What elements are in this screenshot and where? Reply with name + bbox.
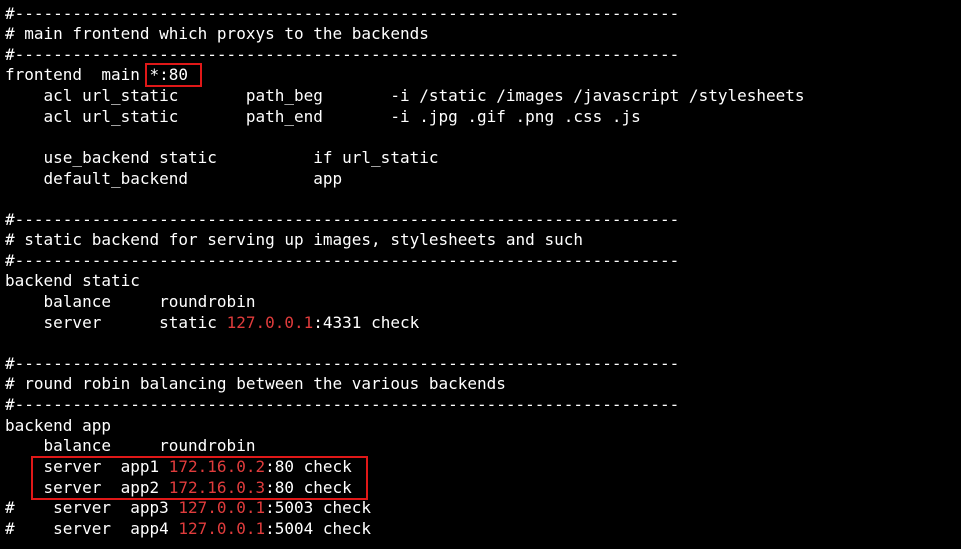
backend-line: backend static [5, 271, 140, 290]
server-line-suffix: :80 check [265, 478, 352, 497]
server-line-prefix: # server app4 [5, 519, 179, 538]
comment-line: # main frontend which proxys to the back… [5, 24, 429, 43]
ip-address: 172.16.0.3 [168, 478, 266, 497]
server-line-prefix: # server app3 [5, 498, 179, 517]
separator-line: #---------------------------------------… [5, 4, 680, 23]
balance-line: balance roundrobin [5, 436, 256, 455]
acl-line: acl url_static path_end -i .jpg .gif .pn… [5, 107, 641, 126]
server-line-prefix: server app1 [5, 457, 169, 476]
frontend-line: frontend main *:80 [5, 65, 189, 84]
server-line-prefix: server static [5, 313, 227, 332]
server-line-suffix: :5004 check [265, 519, 372, 538]
server-line-suffix: :80 check [265, 457, 352, 476]
acl-line: acl url_static path_beg -i /static /imag… [5, 86, 805, 105]
commented-server-line: # server app4 127.0.0.1:5004 check [5, 519, 371, 539]
terminal-window[interactable]: #---------------------------------------… [0, 0, 961, 549]
ip-address: 172.16.0.2 [168, 457, 266, 476]
commented-server-line: # server app3 127.0.0.1:5003 check [5, 498, 371, 518]
separator-line: #---------------------------------------… [5, 395, 680, 414]
default-backend-line: default_backend app [5, 169, 343, 188]
server-line-prefix: server app2 [5, 478, 169, 497]
ip-address: 127.0.0.1 [226, 313, 314, 332]
server-line: server static 127.0.0.1:4331 check [5, 313, 420, 333]
use-backend-line: use_backend static if url_static [5, 148, 439, 167]
backend-line: backend app [5, 416, 111, 435]
server-line-suffix: :5003 check [265, 498, 372, 517]
separator-line: #---------------------------------------… [5, 354, 680, 373]
ip-address: 127.0.0.1 [178, 498, 266, 517]
comment-line: # round robin balancing between the vari… [5, 374, 506, 393]
server-line: server app2 172.16.0.3:80 check [5, 478, 352, 498]
ip-address: 127.0.0.1 [178, 519, 266, 538]
separator-line: #---------------------------------------… [5, 251, 680, 270]
separator-line: #---------------------------------------… [5, 210, 680, 229]
comment-line: # static backend for serving up images, … [5, 230, 583, 249]
separator-line: #---------------------------------------… [5, 45, 680, 64]
server-line: server app1 172.16.0.2:80 check [5, 457, 352, 477]
balance-line: balance roundrobin [5, 292, 256, 311]
server-line-suffix: :4331 check [313, 313, 420, 332]
